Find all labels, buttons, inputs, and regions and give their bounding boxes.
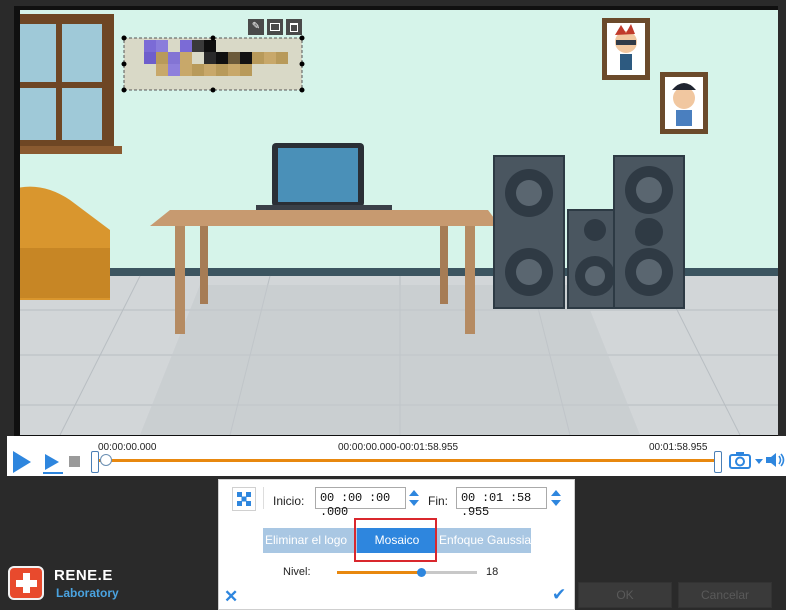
logo-name: RENE.E (54, 567, 113, 584)
timeline-track[interactable] (95, 459, 719, 462)
camera-icon[interactable] (729, 451, 751, 469)
logo-icon (8, 566, 44, 600)
level-slider-fill (337, 571, 421, 574)
selection-toolbar: ✎ (248, 19, 308, 37)
level-slider[interactable] (337, 568, 477, 577)
playhead-knob[interactable] (100, 454, 112, 466)
check-icon[interactable]: ✔ (552, 586, 566, 603)
image-icon[interactable] (267, 19, 283, 35)
highlight-box (354, 518, 437, 562)
range-time-label: 00:00:00.000-00:01:58.955 (338, 442, 459, 453)
level-value: 18 (486, 566, 499, 578)
end-time-label: 00:01:58.955 (649, 442, 708, 453)
level-label: Nivel: (283, 566, 311, 578)
mosaic-icon[interactable] (232, 487, 256, 511)
tab-gaussian-blur[interactable]: Enfoque Gaussiano (439, 528, 531, 553)
close-icon[interactable]: ✕ (224, 588, 238, 605)
level-slider-knob[interactable] (416, 568, 426, 577)
start-time-label: 00:00:00.000 (98, 442, 157, 453)
start-label: Inicio: (273, 494, 305, 508)
end-label: Fin: (428, 494, 449, 508)
start-time-stepper[interactable] (408, 488, 420, 510)
timeline-start-handle[interactable] (91, 451, 99, 473)
logo-subtitle: Laboratory (56, 586, 119, 600)
chevron-down-icon[interactable] (755, 459, 763, 464)
start-time-input[interactable]: 00 :00 :00 .000 (315, 487, 406, 519)
ok-button[interactable]: OK (578, 582, 672, 608)
effect-panel: Inicio: 00 :00 :00 .000 Fin: 00 :01 :58 … (218, 479, 575, 610)
play-next-icon[interactable] (41, 451, 65, 475)
cartoon-scene (20, 10, 778, 435)
edit-icon[interactable]: ✎ (248, 19, 264, 35)
video-preview: ✎ (0, 0, 786, 436)
video-scene: ✎ (20, 10, 778, 435)
stop-icon[interactable] (69, 456, 80, 467)
cancel-button[interactable]: Cancelar (678, 582, 772, 608)
end-time-stepper[interactable] (550, 488, 562, 510)
divider (263, 487, 264, 509)
play-icon[interactable] (13, 451, 31, 473)
end-time-input[interactable]: 00 :01 :58 .955 (456, 487, 547, 519)
trash-icon[interactable] (286, 19, 302, 35)
video-frame: ✎ (14, 6, 778, 436)
rene-logo: RENE.E Laboratory (8, 564, 168, 604)
tab-remove-logo[interactable]: Eliminar el logo (265, 528, 355, 553)
volume-icon[interactable] (765, 452, 785, 468)
player-controls: 00:00:00.000 00:00:00.000-00:01:58.955 0… (7, 436, 786, 476)
timeline-end-handle[interactable] (714, 451, 722, 473)
bottom-area: Inicio: 00 :00 :00 .000 Fin: 00 :01 :58 … (0, 476, 786, 610)
